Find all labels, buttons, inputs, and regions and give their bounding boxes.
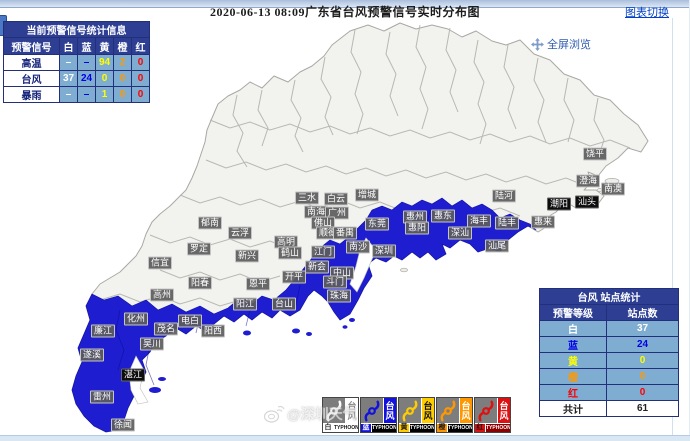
signal-count-cell: 37 [60,71,78,87]
column-header: 站点数 [607,305,679,321]
column-header: 黄 [96,38,114,55]
signal-count-cell: 94 [96,55,114,71]
typhoon-signal-icon: 台风白TYPHOON [322,397,359,433]
current-warning-stats-table: 当前预警信号统计信息预警信号白蓝黄橙红高温––9420台风3724000暴雨––… [3,21,150,103]
signal-zh-label: 台风 [384,398,396,423]
column-header: 预警等级 [540,305,607,321]
typhoon-spiral-glyph [437,398,460,423]
signal-count-cell: 2 [114,55,132,71]
signal-zh-label: 台风 [460,398,472,423]
station-row: 红0 [540,385,679,401]
signal-count-cell: – [78,87,96,103]
signal-count-cell: – [60,87,78,103]
signal-level-label: 蓝 [361,424,372,432]
station-row: 橙0 [540,369,679,385]
signal-en-label: TYPHOON [372,424,396,432]
level-cell: 红 [540,385,607,401]
total-row: 共计61 [540,401,679,417]
count-cell: 0 [607,369,679,385]
typhoon-signal-icon: 台风红TYPHOON [474,397,511,433]
signal-level-label: 红 [475,424,486,432]
column-header: 橙 [114,38,132,55]
signal-name-cell: 暴雨 [4,87,60,103]
signal-zh-label: 台风 [346,398,358,423]
typhoon-spiral-glyph [475,398,498,423]
level-cell: 橙 [540,369,607,385]
level-cell: 白 [540,321,607,337]
count-cell: 24 [607,337,679,353]
signal-count-cell: 1 [96,87,114,103]
signal-name-cell: 台风 [4,71,60,87]
signal-en-label: TYPHOON [448,424,472,432]
signal-count-cell: 0 [114,87,132,103]
typhoon-spiral-glyph [361,398,384,423]
signal-count-cell: 0 [132,71,150,87]
typhoon-signal-icon: 台风橙TYPHOON [436,397,473,433]
stat-row: 高温––9420 [4,55,150,71]
typhoon-signal-legend: 台风白TYPHOON台风蓝TYPHOON台风黄TYPHOON台风橙TYPHOON… [322,397,511,433]
signal-level-label: 白 [323,424,334,432]
column-header: 红 [132,38,150,55]
column-header: 蓝 [78,38,96,55]
typhoon-signal-icon: 台风黄TYPHOON [398,397,435,433]
signal-level-label: 橙 [437,424,448,432]
column-header: 白 [60,38,78,55]
warning-stats-title: 当前预警信号统计信息 [4,22,150,38]
signal-count-cell: 0 [114,71,132,87]
signal-name-cell: 高温 [4,55,60,71]
signal-en-label: TYPHOON [486,424,510,432]
signal-count-cell: 0 [96,71,114,87]
station-row: 蓝24 [540,337,679,353]
count-cell: 37 [607,321,679,337]
typhoon-spiral-glyph [399,398,422,423]
signal-level-label: 黄 [399,424,410,432]
signal-count-cell: – [60,55,78,71]
signal-count-cell: – [78,55,96,71]
typhoon-signal-icon: 台风蓝TYPHOON [360,397,397,433]
station-row: 白37 [540,321,679,337]
signal-en-label: TYPHOON [410,424,434,432]
station-stats-title: 台风 站点统计 [540,289,679,305]
level-cell: 蓝 [540,337,607,353]
column-header: 预警信号 [4,38,60,55]
total-label-cell: 共计 [540,401,607,417]
typhoon-station-stats-table: 台风 站点统计预警等级站点数白37蓝24黄0橙0红0共计61 [539,288,679,417]
count-cell: 0 [607,385,679,401]
signal-zh-label: 台风 [498,398,510,423]
signal-count-cell: 0 [132,87,150,103]
count-cell: 0 [607,353,679,369]
signal-count-cell: 24 [78,71,96,87]
station-row: 黄0 [540,353,679,369]
signal-zh-label: 台风 [422,398,434,423]
stat-row: 台风3724000 [4,71,150,87]
signal-count-cell: 0 [132,55,150,71]
typhoon-spiral-glyph [323,398,346,423]
stat-row: 暴雨––100 [4,87,150,103]
total-count-cell: 61 [607,401,679,417]
level-cell: 黄 [540,353,607,369]
signal-en-label: TYPHOON [334,424,358,432]
